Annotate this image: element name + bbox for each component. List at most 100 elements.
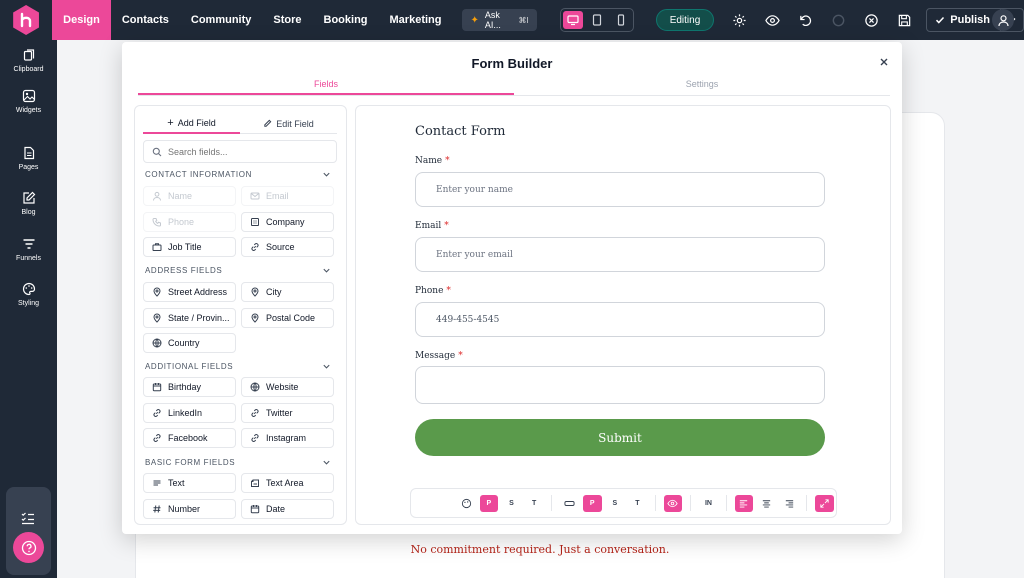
field-button-country[interactable]: Country <box>143 333 236 353</box>
link-icon <box>251 409 259 417</box>
field-button-name[interactable]: Name <box>143 186 236 206</box>
save-button[interactable] <box>889 0 920 40</box>
input-style-button[interactable] <box>560 495 579 512</box>
section-title: ADDITIONAL FIELDS <box>145 362 234 371</box>
field-button-twitter[interactable]: Twitter <box>241 403 334 423</box>
checklist-icon[interactable] <box>20 510 36 526</box>
settings-button[interactable] <box>724 0 755 40</box>
visibility-button[interactable] <box>663 494 683 512</box>
field-button-job-title[interactable]: Job Title <box>143 237 236 257</box>
pages-icon <box>23 146 34 160</box>
required-marker: * <box>458 351 463 361</box>
rail-item-styling[interactable]: Styling <box>0 282 57 307</box>
field-button-website[interactable]: Website <box>241 377 334 397</box>
mode-badge[interactable]: Editing <box>655 9 715 31</box>
rail-label: Clipboard <box>13 66 44 73</box>
tab-fields[interactable]: Fields <box>138 76 514 95</box>
field-button-linkedin[interactable]: LinkedIn <box>143 403 236 423</box>
style-button[interactable] <box>457 495 476 512</box>
padding-t-button[interactable]: T <box>525 495 544 512</box>
phone-input[interactable]: 449-455-4545 <box>415 302 825 337</box>
field-label: LinkedIn <box>168 408 203 418</box>
field-button-text-area[interactable]: Text Area <box>241 473 334 493</box>
field-button-instagram[interactable]: Instagram <box>241 428 334 448</box>
modal-close-button[interactable] <box>876 54 892 70</box>
sparkle-icon: ✦ <box>470 14 479 26</box>
mobile-view-button[interactable] <box>611 11 631 29</box>
nav-store[interactable]: Store <box>262 0 312 40</box>
help-button[interactable] <box>13 532 44 563</box>
field-button-state[interactable]: State / Provin... <box>143 308 236 328</box>
inline-button[interactable]: IN <box>699 495 718 512</box>
user-menu-button[interactable] <box>992 9 1014 31</box>
rail-item-clipboard[interactable]: Clipboard <box>0 48 57 73</box>
publish-button[interactable]: Publish <box>927 9 1001 31</box>
size-p-button[interactable]: P <box>582 494 602 512</box>
desktop-view-button[interactable] <box>562 11 583 29</box>
section-header-contact[interactable]: CONTACT INFORMATION <box>145 170 331 179</box>
rail-item-funnels[interactable]: Funnels <box>0 237 57 262</box>
rail-label: Funnels <box>16 255 41 262</box>
field-label: Email <box>266 191 289 201</box>
nav-contacts[interactable]: Contacts <box>111 0 180 40</box>
nav-design[interactable]: Design <box>52 0 111 40</box>
form-label-email: Email * <box>415 221 449 231</box>
left-rail: Clipboard Widgets Pages Blog Funnels Sty… <box>0 40 57 578</box>
padding-p-button[interactable]: P <box>479 494 499 512</box>
message-textarea[interactable] <box>415 366 825 404</box>
field-button-number[interactable]: Number <box>143 499 236 519</box>
field-button-birthday[interactable]: Birthday <box>143 377 236 397</box>
hash-icon <box>153 505 161 513</box>
rail-item-widgets[interactable]: Widgets <box>0 89 57 114</box>
field-label: Date <box>266 504 286 514</box>
close-editor-button[interactable] <box>856 0 887 40</box>
field-button-facebook[interactable]: Facebook <box>143 428 236 448</box>
section-header-address[interactable]: ADDRESS FIELDS <box>145 266 331 275</box>
field-button-text[interactable]: Text <box>143 473 236 493</box>
rail-label: Pages <box>18 164 39 171</box>
undo-icon <box>800 15 812 26</box>
field-button-date[interactable]: Date <box>241 499 334 519</box>
section-header-additional[interactable]: ADDITIONAL FIELDS <box>145 362 331 371</box>
name-input[interactable]: Enter your name <box>415 172 825 207</box>
expand-button[interactable] <box>815 494 834 512</box>
field-label: Name <box>168 191 193 201</box>
required-marker: * <box>445 156 450 166</box>
align-center-button[interactable] <box>757 495 776 512</box>
section-header-basic[interactable]: BASIC FORM FIELDS <box>145 458 331 467</box>
field-button-source[interactable]: Source <box>241 237 334 257</box>
preview-button[interactable] <box>757 0 788 40</box>
form-label-message: Message * <box>415 351 463 361</box>
nav-marketing[interactable]: Marketing <box>379 0 453 40</box>
align-left-button[interactable] <box>734 494 754 512</box>
save-icon <box>899 14 911 26</box>
nav-booking[interactable]: Booking <box>313 0 379 40</box>
tab-edit-field[interactable]: Edit Field <box>240 114 337 134</box>
app-logo[interactable] <box>0 0 52 40</box>
size-s-button[interactable]: S <box>606 495 625 512</box>
padding-s-button[interactable]: S <box>502 495 521 512</box>
undo-button[interactable] <box>790 0 821 40</box>
field-button-email[interactable]: Email <box>241 186 334 206</box>
field-button-city[interactable]: City <box>241 282 334 302</box>
nav-community[interactable]: Community <box>180 0 263 40</box>
field-button-phone[interactable]: Phone <box>143 212 236 232</box>
field-label: Twitter <box>266 408 293 418</box>
field-button-company[interactable]: Company <box>241 212 334 232</box>
field-label: State / Provin... <box>168 313 230 323</box>
submit-button[interactable]: Submit <box>415 419 825 456</box>
ask-ai-button[interactable]: ✦ Ask AI... ⌘I <box>462 9 537 31</box>
tab-settings[interactable]: Settings <box>514 76 890 95</box>
rail-item-blog[interactable]: Blog <box>0 191 57 216</box>
email-input[interactable]: Enter your email <box>415 237 825 272</box>
size-t-button[interactable]: T <box>628 495 647 512</box>
tab-add-field[interactable]: + Add Field <box>143 114 240 134</box>
tablet-view-button[interactable] <box>587 11 607 29</box>
align-right-button[interactable] <box>780 495 799 512</box>
search-input[interactable] <box>168 146 328 157</box>
align-right-icon <box>785 499 793 508</box>
toolbar-divider <box>725 495 727 511</box>
field-button-postal-code[interactable]: Postal Code <box>241 308 334 328</box>
rail-item-pages[interactable]: Pages <box>0 146 57 171</box>
field-button-street-address[interactable]: Street Address <box>143 282 236 302</box>
